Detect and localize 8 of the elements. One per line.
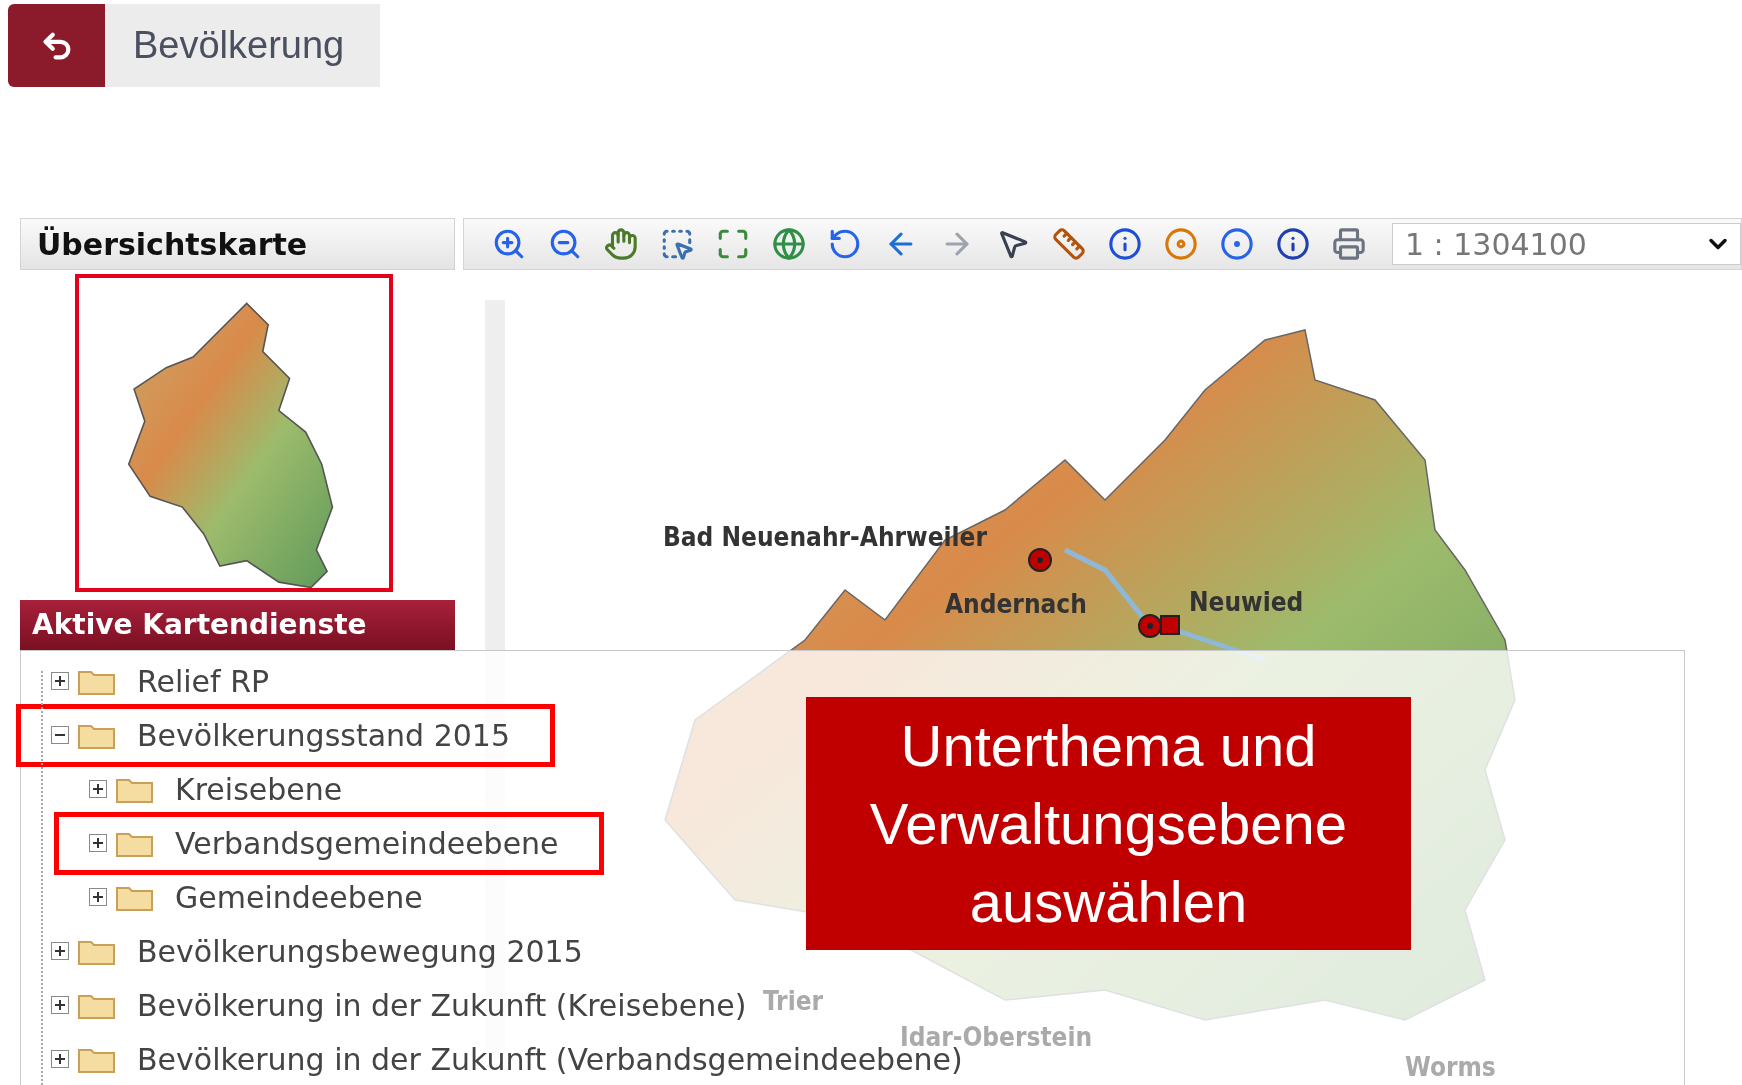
map-label: Trier [763, 985, 824, 1018]
callout-text: Unterthema und Verwaltungsebene auswählen [868, 711, 1349, 936]
panel-title: Aktive Kartendienste [32, 607, 367, 643]
map-label: Neuwied [1189, 586, 1304, 619]
map-label: Worms [1405, 1051, 1496, 1084]
panel-title: Übersichtskarte [37, 225, 308, 264]
map-label: Andernach [945, 588, 1087, 621]
page-title: Bevölkerung [133, 23, 345, 68]
